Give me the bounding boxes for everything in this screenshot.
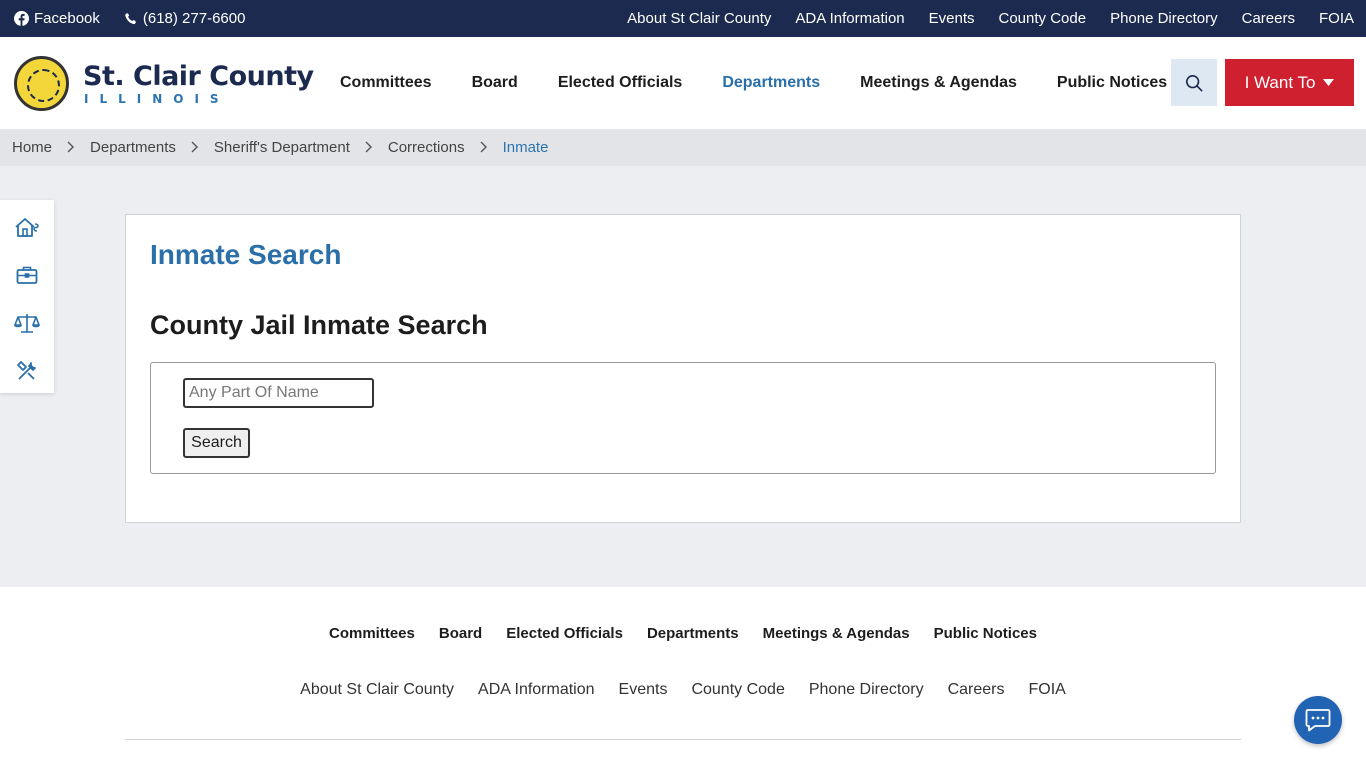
- nav-meetings-agendas[interactable]: Meetings & Agendas: [860, 74, 1017, 92]
- top-link-about[interactable]: About St Clair County: [627, 10, 771, 27]
- i-want-to-label: I Want To: [1244, 72, 1316, 92]
- nav-elected-officials[interactable]: Elected Officials: [558, 74, 683, 92]
- sidebar-item-property[interactable]: [14, 213, 41, 240]
- footer-nav-departments[interactable]: Departments: [647, 625, 739, 642]
- nav-board[interactable]: Board: [472, 74, 518, 92]
- phone-label: (618) 277-6600: [142, 10, 246, 27]
- utility-bar: Facebook (618) 277-6600 About St Clair C…: [0, 0, 1366, 37]
- top-link-foia[interactable]: FOIA: [1319, 10, 1354, 27]
- chevron-right-icon: [67, 140, 75, 156]
- footer-main-nav: Committees Board Elected Officials Depar…: [0, 625, 1366, 642]
- footer-link-phone-directory[interactable]: Phone Directory: [809, 681, 924, 699]
- chat-icon: [1305, 709, 1331, 732]
- search-submit-button[interactable]: Search: [183, 428, 250, 458]
- sidebar-item-services[interactable]: [14, 357, 41, 384]
- name-search-input[interactable]: [183, 378, 374, 408]
- breadcrumb-corrections[interactable]: Corrections: [388, 139, 465, 156]
- footer-link-careers[interactable]: Careers: [948, 681, 1005, 699]
- footer-nav-public-notices[interactable]: Public Notices: [934, 625, 1037, 642]
- utility-links: About St Clair County ADA Information Ev…: [627, 0, 1354, 37]
- scales-icon: [14, 313, 40, 333]
- logo-text: St. Clair County ILLINOIS: [83, 60, 314, 106]
- phone-link[interactable]: (618) 277-6600: [124, 10, 246, 27]
- breadcrumb-sheriffs-department[interactable]: Sheriff's Department: [214, 139, 350, 156]
- footer-link-foia[interactable]: FOIA: [1028, 681, 1065, 699]
- facebook-icon: [14, 11, 29, 26]
- logo-subtitle: ILLINOIS: [84, 91, 230, 106]
- county-seal-icon: [14, 56, 69, 111]
- top-link-county-code[interactable]: County Code: [999, 10, 1087, 27]
- briefcase-icon: [16, 266, 38, 284]
- chevron-right-icon: [365, 140, 373, 156]
- footer-link-county-code[interactable]: County Code: [691, 681, 784, 699]
- main-nav: Committees Board Elected Officials Depar…: [340, 37, 1167, 129]
- inmate-search-card: Inmate Search County Jail Inmate Search …: [125, 214, 1241, 523]
- i-want-to-button[interactable]: I Want To: [1225, 59, 1354, 106]
- footer-nav-committees[interactable]: Committees: [329, 625, 415, 642]
- house-icon: [15, 217, 39, 237]
- chat-button[interactable]: [1294, 696, 1342, 744]
- chevron-right-icon: [191, 140, 199, 156]
- caret-down-icon: [1323, 79, 1335, 86]
- top-link-phone-directory[interactable]: Phone Directory: [1110, 10, 1218, 27]
- footer-link-events[interactable]: Events: [619, 681, 668, 699]
- page-title: Inmate Search: [150, 239, 342, 270]
- top-link-events[interactable]: Events: [929, 10, 975, 27]
- top-link-ada[interactable]: ADA Information: [795, 10, 904, 27]
- footer-nav-board[interactable]: Board: [439, 625, 482, 642]
- facebook-link[interactable]: Facebook: [14, 10, 100, 27]
- breadcrumb-home[interactable]: Home: [12, 139, 52, 156]
- top-link-careers[interactable]: Careers: [1242, 10, 1295, 27]
- facebook-label: Facebook: [34, 10, 100, 27]
- sidebar-item-courts[interactable]: [14, 309, 41, 336]
- breadcrumb: Home Departments Sheriff's Department Co…: [0, 129, 1366, 166]
- nav-public-notices[interactable]: Public Notices: [1057, 74, 1167, 92]
- quick-links-sidebar: [0, 200, 54, 393]
- section-title: County Jail Inmate Search: [150, 310, 488, 340]
- social-contact: Facebook (618) 277-6600: [14, 0, 245, 37]
- footer-utility-links: About St Clair County ADA Information Ev…: [0, 681, 1366, 699]
- breadcrumb-departments[interactable]: Departments: [90, 139, 176, 156]
- search-icon: [1185, 74, 1203, 91]
- phone-icon: [125, 12, 136, 24]
- nav-departments[interactable]: Departments: [722, 74, 820, 92]
- footer-link-ada[interactable]: ADA Information: [478, 681, 595, 699]
- chevron-right-icon: [480, 140, 488, 156]
- sidebar-item-business[interactable]: [14, 261, 41, 288]
- footer-link-about[interactable]: About St Clair County: [300, 681, 454, 699]
- footer-nav-elected-officials[interactable]: Elected Officials: [506, 625, 623, 642]
- logo-title: St. Clair County: [83, 60, 314, 92]
- footer-nav-meetings-agendas[interactable]: Meetings & Agendas: [763, 625, 910, 642]
- site-logo[interactable]: St. Clair County ILLINOIS: [14, 56, 314, 111]
- site-header: St. Clair County ILLINOIS Committees Boa…: [0, 37, 1366, 129]
- breadcrumb-current: Inmate: [502, 139, 549, 156]
- search-button[interactable]: [1171, 59, 1217, 106]
- tools-icon: [17, 360, 36, 380]
- footer-divider: [125, 739, 1241, 740]
- search-form: Search: [150, 362, 1216, 474]
- nav-committees[interactable]: Committees: [340, 74, 432, 92]
- site-footer: Committees Board Elected Officials Depar…: [0, 587, 1366, 768]
